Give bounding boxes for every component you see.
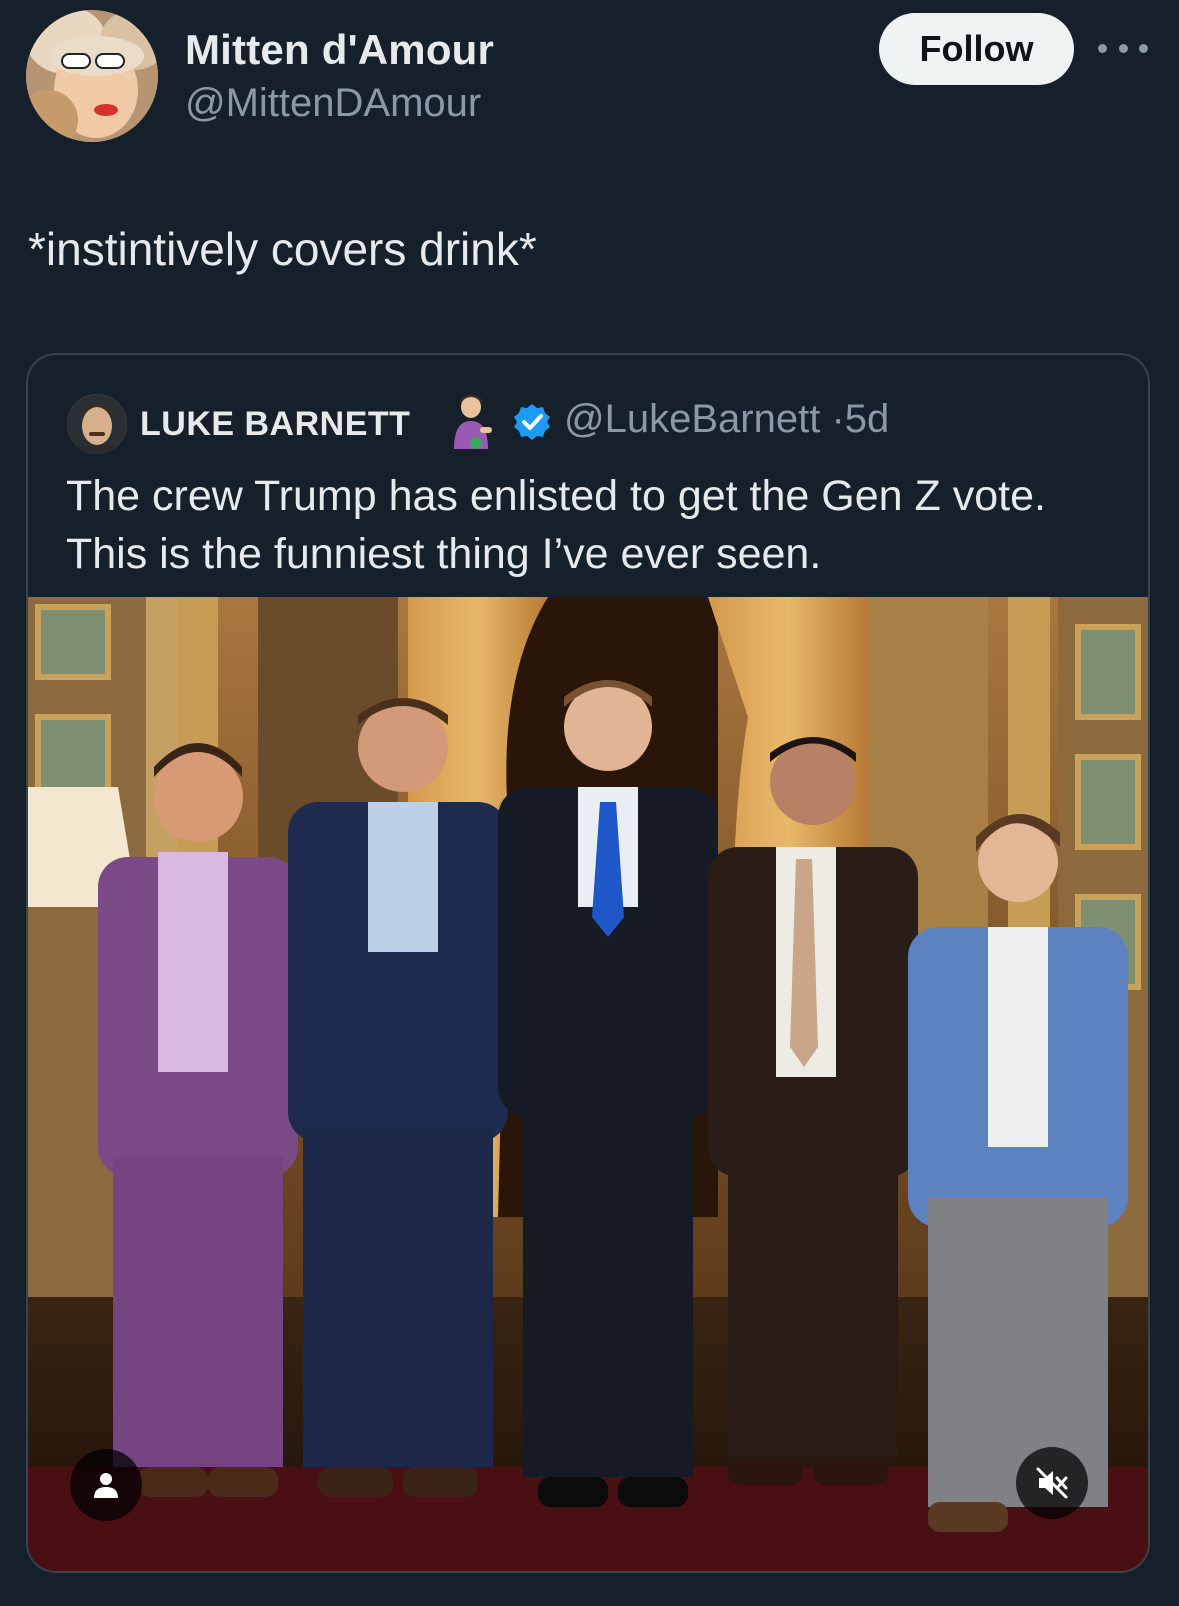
muted-speaker-icon	[1036, 1467, 1068, 1499]
quoted-author-avatar[interactable]	[67, 394, 127, 454]
tagged-people-button[interactable]	[70, 1449, 142, 1521]
quoted-tweet-photo[interactable]	[28, 597, 1148, 1571]
author-display-name[interactable]: Mitten d'Amour	[185, 26, 494, 74]
quoted-author-name[interactable]: LUKE BARNETT	[140, 405, 410, 444]
quoted-text-line: The crew Trump has enlisted to get the G…	[66, 472, 1046, 520]
more-icon[interactable]	[1098, 36, 1148, 60]
follow-button[interactable]: Follow	[879, 13, 1074, 85]
tweet-text: *instintively covers drink*	[28, 223, 537, 275]
author-handle[interactable]: @MittenDAmour	[185, 81, 481, 126]
more-dot	[1118, 43, 1128, 53]
time-separator: ·	[831, 397, 845, 441]
person-tipping-hand-emoji-icon	[446, 391, 496, 451]
more-dot	[1139, 43, 1148, 53]
verified-badge-icon	[512, 402, 552, 442]
quoted-author-handle[interactable]: @LukeBarnett	[564, 397, 820, 441]
quoted-text-line: This is the funniest thing I’ve ever see…	[66, 530, 822, 578]
quoted-author-meta[interactable]: @LukeBarnett ·5d	[564, 397, 889, 442]
more-dot	[1098, 43, 1107, 53]
author-avatar[interactable]	[26, 10, 158, 142]
quoted-tweet-card[interactable]: LUKE BARNETT @LukeBarnett ·5d The crew T…	[26, 353, 1150, 1573]
quoted-timestamp[interactable]: 5d	[845, 397, 890, 441]
mute-toggle-button[interactable]	[1016, 1447, 1088, 1519]
person-icon	[94, 1473, 118, 1498]
quoted-tweet-text: The crew Trump has enlisted to get the G…	[66, 467, 1126, 583]
